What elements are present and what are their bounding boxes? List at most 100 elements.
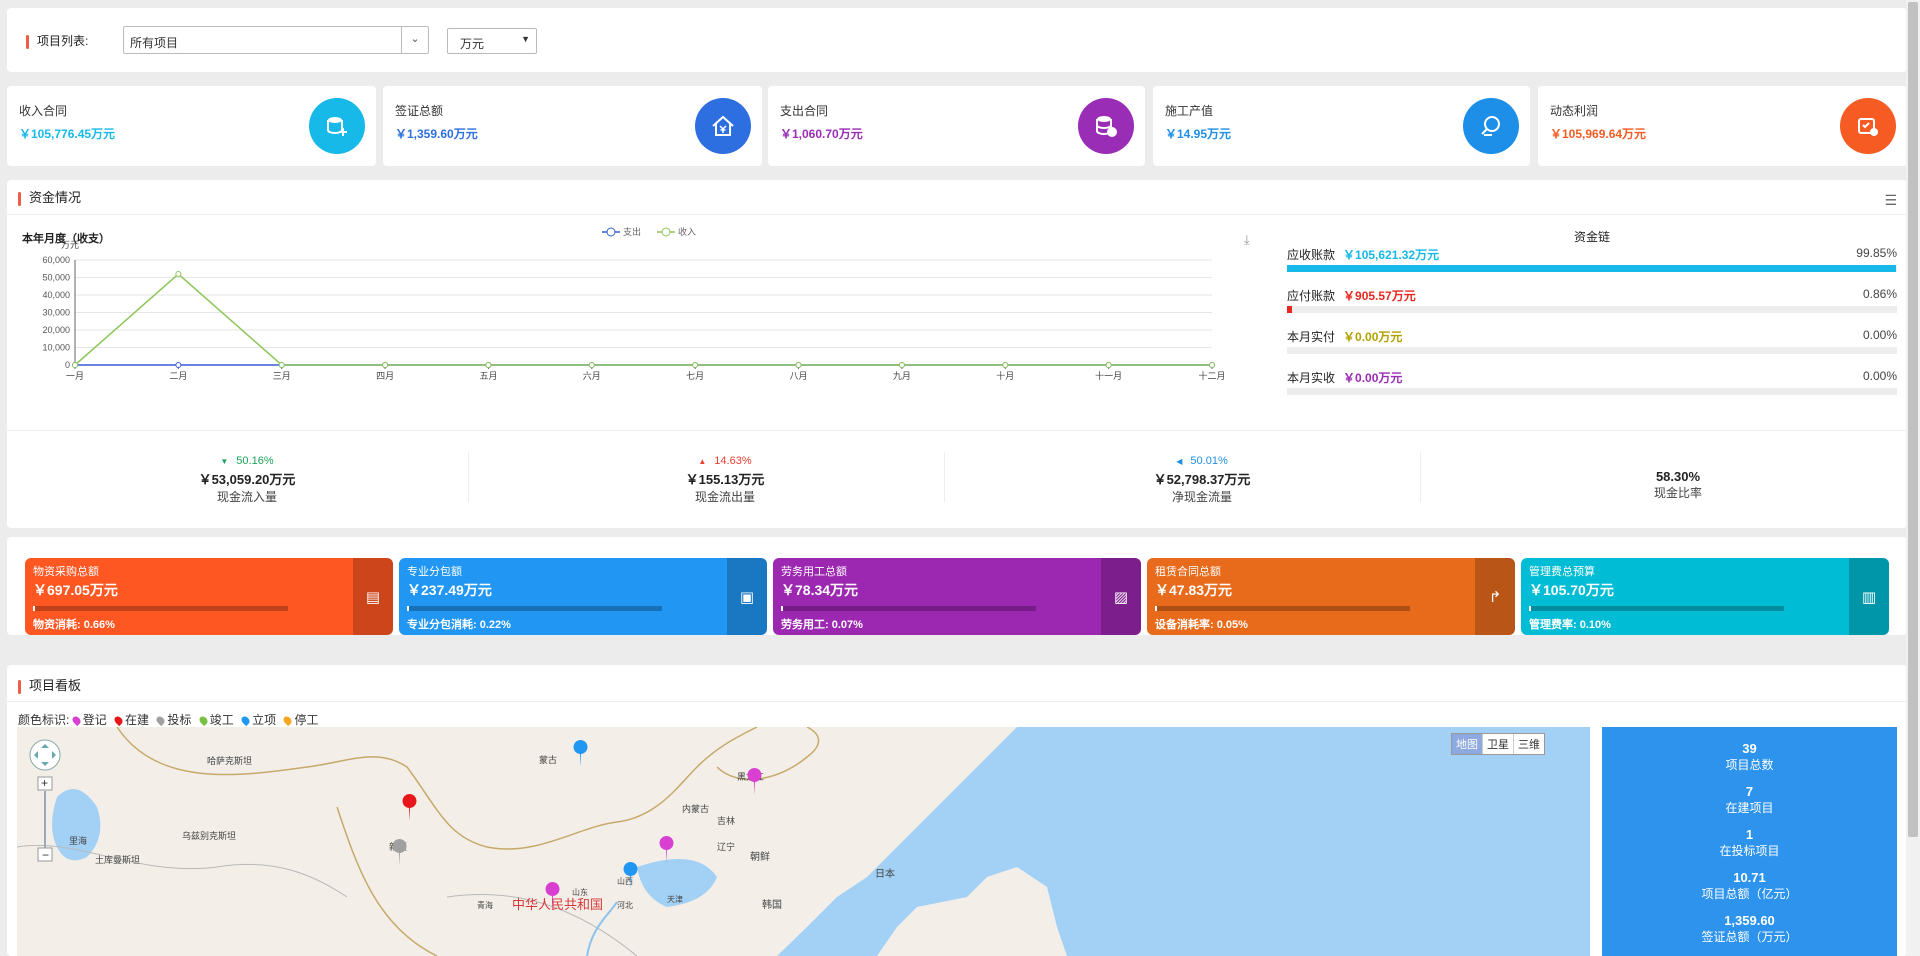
chain-label: 本月实付 (1287, 330, 1336, 344)
project-list-label: 项目列表: (26, 32, 88, 49)
legend-marker (661, 227, 671, 237)
arrow-down-icon: ▼ (220, 457, 229, 466)
card-subcontract[interactable]: 专业分包额 ￥237.49万元 专业分包消耗: 0.22% ▣ (399, 558, 767, 635)
chain-value: ￥105,621.32万元 (1343, 248, 1440, 262)
legend-item-approved: 立项 (239, 713, 276, 727)
card-value: ￥237.49万元 (407, 582, 492, 598)
legend-item-completed: 竣工 (197, 713, 234, 727)
card-value: ￥47.83万元 (1155, 582, 1233, 598)
svg-text:−: − (42, 848, 49, 862)
legend-marker (606, 227, 616, 237)
house-yen-icon (695, 98, 751, 154)
card-progress-fill (1155, 606, 1158, 611)
summary-visa-total: 1,359.60 签证总额（万元） (1701, 913, 1798, 944)
chain-label: 应付账款 (1287, 289, 1336, 303)
pin-registered (659, 836, 674, 863)
chain-value: ￥905.57万元 (1343, 289, 1416, 303)
card-progress (781, 606, 1036, 611)
x-tick-label: 八月 (790, 371, 808, 381)
project-select-value: 所有项目 (130, 36, 179, 50)
legend-label: 收入 (678, 226, 696, 237)
map-type-3d[interactable]: 三维 (1514, 734, 1544, 754)
card-value: ￥697.05万元 (33, 582, 118, 598)
flow-label: 净现金流量 (1171, 490, 1232, 504)
map-pin-icon (282, 714, 294, 727)
card-management-budget[interactable]: 管理费总预算 ￥105.70万元 管理费率: 0.10% ▥ (1521, 558, 1889, 635)
x-tick-label: 十月 (996, 370, 1014, 381)
card-labor[interactable]: 劳务用工总额 ￥78.34万元 劳务用工: 0.07% ▨ (773, 558, 1141, 635)
card-material-purchase[interactable]: 物资采购总额 ￥697.05万元 物资消耗: 0.66% ▤ (25, 558, 393, 635)
data-point (175, 271, 182, 277)
unit-select[interactable]: 万元 ▼ (447, 28, 537, 54)
project-map[interactable]: 蒙古 哈萨克斯坦 乌兹别克斯坦 土库曼斯坦 里海 新疆 内蒙古 黑龙江 吉林 辽… (17, 727, 1590, 956)
card-progress-fill (407, 606, 410, 611)
map-pin-icon (112, 714, 125, 727)
map-pin-icon (70, 714, 82, 727)
project-select[interactable]: 所有项目 ⌄ (123, 26, 429, 54)
chain-row-payable: 应付账款 ￥905.57万元 0.86% (1287, 287, 1897, 313)
map-pin-icon (197, 714, 209, 727)
pin-approved (573, 740, 588, 767)
wrench-icon (1463, 98, 1519, 154)
stat-value: ￥1,359.60万元 (395, 127, 478, 141)
series-line-1 (74, 273, 1212, 366)
map-type-switch[interactable]: 地图 卫星 三维 (1451, 733, 1545, 755)
caret-down-icon: ▼ (521, 34, 530, 44)
stat-card-visa-total: 签证总额 ￥1,359.60万元 (383, 86, 762, 166)
y-tick-label: 10,000 (42, 343, 70, 353)
data-point (795, 362, 802, 368)
legend-item-building: 在建 (112, 713, 149, 727)
card-progress (1155, 606, 1410, 611)
y-axis-unit: 万元 (61, 240, 79, 250)
summary-building-projects: 7 在建项目 (1725, 784, 1774, 815)
data-point (1105, 362, 1112, 368)
flow-change: ◀ 50.01% (1176, 455, 1228, 467)
flow-change: ▲ 14.63% (698, 455, 752, 467)
summary-bidding-projects: 1 在投标项目 (1719, 827, 1780, 858)
map-label-shandong: 山东 (572, 887, 588, 897)
chain-row-receivable: 应收账款 ￥105,621.32万元 99.85% (1287, 246, 1897, 272)
stat-card-dynamic-profit: 动态利润 ￥105,969.64万元 (1538, 86, 1907, 166)
chain-percent: 0.00% (1862, 369, 1897, 383)
stat-value: ￥1,060.70万元 (780, 127, 863, 141)
board-title: 项目看板 (18, 675, 81, 694)
map-type-satellite[interactable]: 卫星 (1483, 734, 1514, 754)
card-progress-fill (1529, 606, 1532, 611)
scrollbar-thumb[interactable] (1908, 2, 1918, 837)
summary-project-amount: 10.71 项目总额（亿元） (1701, 870, 1798, 901)
legend-item-registered: 登记 (70, 713, 107, 727)
menu-list-icon[interactable]: ☰ (1884, 192, 1897, 209)
chain-bar (1287, 265, 1897, 272)
chain-label: 本月实收 (1287, 371, 1336, 385)
stat-card-construction-output: 施工产值 ￥14.95万元 (1153, 86, 1530, 166)
flow-inflow: ▼ 50.16% ￥53,059.20万元 现金流入量 (12, 455, 482, 505)
card-rate: 管理费率: 0.10% (1529, 619, 1611, 631)
flow-outflow: ▲ 14.63% ￥155.13万元 现金流出量 (490, 455, 960, 505)
chain-bar (1287, 347, 1897, 354)
map-canvas[interactable]: 蒙古 哈萨克斯坦 乌兹别克斯坦 土库曼斯坦 里海 新疆 内蒙古 黑龙江 吉林 辽… (17, 727, 1590, 956)
header-divider (7, 214, 1907, 215)
x-tick-label: 六月 (583, 370, 601, 381)
legend-item-suspended: 停工 (282, 713, 319, 727)
map-zoom-control[interactable]: + − (23, 733, 67, 876)
flow-amount: ￥155.13万元 (685, 472, 765, 487)
page-scrollbar[interactable] (1906, 0, 1920, 956)
invoice-icon: ▤ (353, 558, 393, 635)
flow-label: 现金比率 (1653, 486, 1702, 500)
stat-title: 施工产值 (1165, 104, 1214, 118)
x-tick-label: 九月 (893, 371, 911, 381)
flow-change (1443, 455, 1913, 469)
legend-label: 颜色标识: (18, 713, 70, 727)
arrow-up-icon: ▲ (698, 457, 707, 466)
stat-value: ￥14.95万元 (1165, 127, 1232, 141)
chevron-down-icon[interactable]: ⌄ (401, 27, 428, 53)
chain-row-received-this-month: 本月实收 ￥0.00万元 0.00% (1287, 369, 1897, 395)
chain-bar (1287, 388, 1897, 395)
card-lease[interactable]: 租赁合同总额 ￥47.83万元 设备消耗率: 0.05% ↱ (1147, 558, 1515, 635)
chain-title: 资金链 (1574, 230, 1611, 244)
data-point (485, 362, 492, 368)
map-type-map[interactable]: 地图 (1452, 734, 1483, 754)
data-point (588, 362, 595, 368)
stat-title: 动态利润 (1550, 104, 1599, 118)
y-tick-label: 20,000 (42, 325, 70, 335)
